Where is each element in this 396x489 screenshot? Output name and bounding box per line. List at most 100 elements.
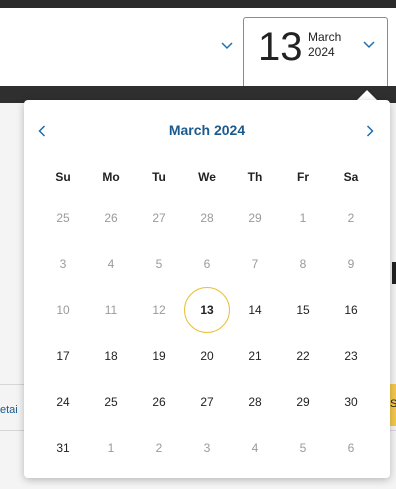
calendar-day-number: 12: [152, 303, 166, 317]
calendar-day[interactable]: 29: [279, 379, 327, 425]
calendar-day[interactable]: 21: [231, 333, 279, 379]
weekday-label: Fr: [297, 170, 309, 184]
calendar-day[interactable]: 23: [327, 333, 375, 379]
calendar-day[interactable]: 6: [183, 241, 231, 287]
calendar-week: 24 25 26 27 28 29 30: [39, 379, 375, 425]
calendar-day-number: 2: [155, 441, 163, 455]
calendar-day-number: 20: [200, 349, 214, 363]
calendar-day[interactable]: 3: [39, 241, 87, 287]
calendar-day-number: 24: [56, 395, 70, 409]
calendar-day-selected[interactable]: 13: [183, 287, 231, 333]
calendar-week: 31 1 2 3 4 5 6: [39, 425, 375, 471]
calendar-day[interactable]: 29: [231, 195, 279, 241]
calendar-day[interactable]: 2: [327, 195, 375, 241]
calendar-day[interactable]: 25: [87, 379, 135, 425]
calendar-day[interactable]: 18: [87, 333, 135, 379]
calendar-day-number: 7: [251, 257, 259, 271]
weekday-label: Sa: [343, 170, 359, 184]
calendar-day-number: 5: [155, 257, 163, 271]
top-bar: [0, 0, 396, 8]
calendar-day-number: 4: [107, 257, 115, 271]
calendar-day[interactable]: 25: [39, 195, 87, 241]
underlying-button-label: S: [390, 398, 396, 410]
calendar-day-number: 4: [251, 441, 259, 455]
calendar-day[interactable]: 17: [39, 333, 87, 379]
underlying-block: [392, 262, 396, 284]
calendar-day-number: 17: [56, 349, 70, 363]
calendar-day[interactable]: 9: [327, 241, 375, 287]
calendar-day[interactable]: 28: [183, 195, 231, 241]
calendar-day-number: 26: [152, 395, 166, 409]
calendar-day[interactable]: 30: [327, 379, 375, 425]
calendar-day-number: 2: [347, 211, 355, 225]
calendar-day[interactable]: 1: [87, 425, 135, 471]
calendar-day-number: 29: [296, 395, 310, 409]
calendar-day[interactable]: 7: [231, 241, 279, 287]
calendar-day[interactable]: 4: [231, 425, 279, 471]
calendar-day-number: 11: [104, 303, 118, 317]
calendar-day[interactable]: 12: [135, 287, 183, 333]
calendar-day-number: 3: [203, 441, 211, 455]
calendar-day-number: 3: [59, 257, 67, 271]
calendar-day-number: 1: [107, 441, 115, 455]
calendar-day[interactable]: 15: [279, 287, 327, 333]
underlying-link[interactable]: etai: [0, 404, 18, 416]
calendar-popup: March 2024 Su Mo Tu We Th Fr Sa 25 26 27 28 29 1 2 3 4…: [24, 100, 390, 478]
calendar-day[interactable]: 22: [279, 333, 327, 379]
weekday-label: Su: [55, 170, 71, 184]
chevron-right-icon[interactable]: [361, 122, 379, 140]
calendar-day[interactable]: 3: [183, 425, 231, 471]
calendar-day[interactable]: 5: [279, 425, 327, 471]
calendar-day[interactable]: 8: [279, 241, 327, 287]
calendar-day-number: 6: [203, 257, 211, 271]
selected-month: March: [308, 30, 342, 44]
calendar-day[interactable]: 10: [39, 287, 87, 333]
calendar-day-number: 31: [56, 441, 70, 455]
calendar-day-number: 18: [104, 349, 118, 363]
calendar-day-number: 19: [152, 349, 166, 363]
calendar-day[interactable]: 20: [183, 333, 231, 379]
calendar-day[interactable]: 26: [87, 195, 135, 241]
calendar-month-title: March 2024: [168, 122, 246, 138]
calendar-day[interactable]: 28: [231, 379, 279, 425]
calendar-day-number: 6: [347, 441, 355, 455]
calendar-day[interactable]: 2: [135, 425, 183, 471]
calendar-day-number: 9: [347, 257, 355, 271]
calendar-day[interactable]: 5: [135, 241, 183, 287]
calendar-day-number: 28: [248, 395, 262, 409]
calendar-day-number: 23: [344, 349, 358, 363]
calendar-day[interactable]: 1: [279, 195, 327, 241]
calendar-day-number: 27: [200, 395, 214, 409]
calendar-week: 3 4 5 6 7 8 9: [39, 241, 375, 287]
calendar-day-number: 13: [184, 287, 230, 333]
calendar-day[interactable]: 24: [39, 379, 87, 425]
calendar-day-number: 16: [344, 303, 358, 317]
calendar-day-number: 14: [248, 303, 262, 317]
calendar-day[interactable]: 19: [135, 333, 183, 379]
calendar-day[interactable]: 4: [87, 241, 135, 287]
calendar-day-number: 28: [200, 211, 214, 225]
calendar-header: March 2024: [24, 120, 390, 142]
weekday-header: Su Mo Tu We Th Fr Sa: [39, 170, 375, 188]
calendar-day[interactable]: 27: [135, 195, 183, 241]
calendar-day[interactable]: 26: [135, 379, 183, 425]
calendar-day[interactable]: 16: [327, 287, 375, 333]
calendar-day[interactable]: 14: [231, 287, 279, 333]
calendar-day-number: 10: [56, 303, 70, 317]
calendar-week: 25 26 27 28 29 1 2: [39, 195, 375, 241]
weekday-label: Th: [247, 170, 263, 184]
calendar-day-number: 30: [344, 395, 358, 409]
calendar-day[interactable]: 31: [39, 425, 87, 471]
calendar-day[interactable]: 27: [183, 379, 231, 425]
calendar-week: 10 11 12 13 14 15 16: [39, 287, 375, 333]
calendar-day[interactable]: 11: [87, 287, 135, 333]
weekday-label: We: [198, 170, 216, 184]
calendar-day-number: 8: [299, 257, 307, 271]
calendar-day[interactable]: 6: [327, 425, 375, 471]
calendar-day-number: 26: [104, 211, 118, 225]
chevron-down-icon[interactable]: [219, 38, 235, 54]
selected-year: 2024: [308, 45, 335, 59]
calendar-day-number: 15: [296, 303, 310, 317]
weekday-label: Mo: [102, 170, 120, 184]
calendar-week: 17 18 19 20 21 22 23: [39, 333, 375, 379]
